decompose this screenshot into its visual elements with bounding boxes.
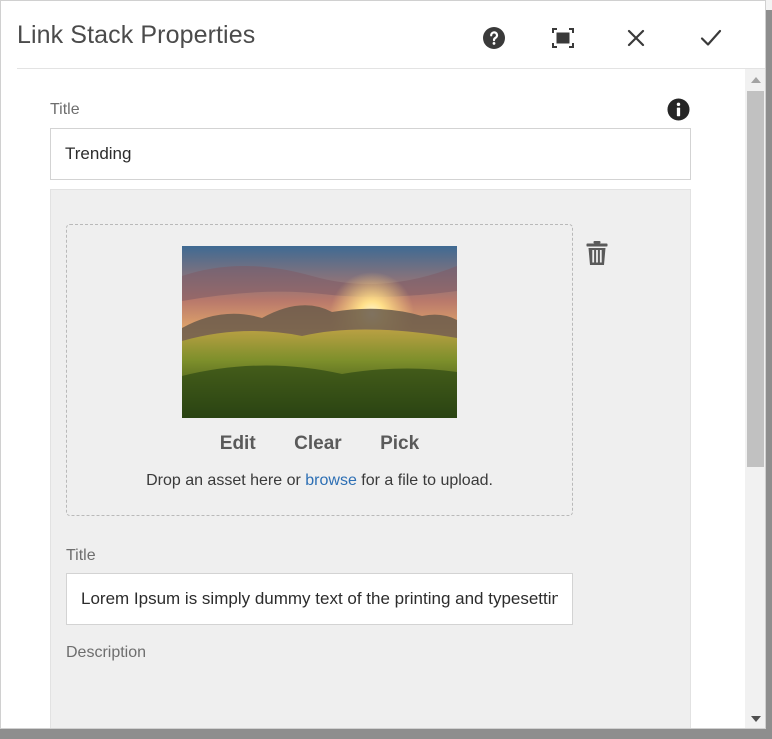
asset-dropzone[interactable]: Edit Clear Pick Drop an asset here or br… (66, 224, 573, 516)
help-button[interactable] (479, 23, 509, 53)
clear-button[interactable]: Clear (294, 433, 342, 455)
item-title-input[interactable] (66, 573, 573, 625)
drop-instructions: Drop an asset here or browse for a file … (67, 472, 572, 490)
link-item-panel: Edit Clear Pick Drop an asset here or br… (50, 189, 691, 729)
chevron-up-icon (751, 77, 761, 83)
item-title-label: Title (66, 547, 96, 564)
dialog-header: Link Stack Properties (17, 1, 765, 69)
drop-text-before: Drop an asset here or (146, 472, 306, 489)
scroll-up-button[interactable] (745, 72, 765, 88)
fullscreen-button[interactable] (548, 23, 578, 53)
drop-text-after: for a file to upload. (356, 472, 493, 489)
title-input[interactable] (50, 128, 691, 180)
item-description-label: Description (66, 644, 147, 661)
browse-link[interactable]: browse (305, 472, 357, 489)
done-button[interactable] (696, 23, 726, 53)
landscape-image (182, 246, 457, 418)
dialog-content: Title Trending Edit Clear Pick Drop an a… (1, 69, 745, 729)
link-stack-properties-dialog: Link Stack Properties Title Trending Edi… (0, 0, 766, 729)
fullscreen-icon (552, 28, 574, 48)
description-field-edge (66, 728, 571, 729)
dialog-title: Link Stack Properties (17, 21, 256, 49)
scroll-down-button[interactable] (745, 711, 765, 727)
info-circle-icon[interactable] (667, 98, 690, 121)
vertical-scrollbar[interactable] (745, 69, 765, 728)
scrollbar-thumb[interactable] (747, 91, 764, 467)
pick-button[interactable]: Pick (380, 433, 419, 455)
asset-actions: Edit Clear Pick (67, 433, 572, 455)
close-button[interactable] (621, 23, 651, 53)
trash-icon[interactable] (585, 240, 609, 266)
chevron-down-icon (751, 716, 761, 722)
help-circle-icon (483, 27, 505, 49)
checkmark-icon (700, 29, 722, 46)
title-label: Title (50, 101, 80, 118)
close-icon (627, 29, 645, 47)
asset-thumbnail[interactable] (182, 246, 457, 418)
edit-button[interactable]: Edit (220, 433, 256, 455)
